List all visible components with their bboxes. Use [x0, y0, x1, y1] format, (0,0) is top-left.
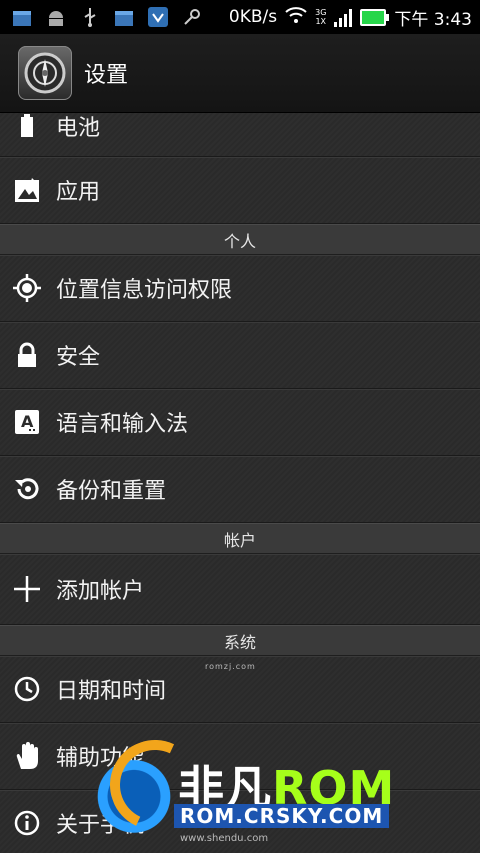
item-label: 备份和重置: [56, 479, 167, 504]
section-header-personal: 个人: [0, 224, 480, 255]
item-label: 语言和输入法: [56, 412, 189, 437]
item-label: 应用: [56, 180, 101, 205]
page-title: 设置: [84, 63, 129, 88]
notification-icons: [0, 5, 204, 29]
watermark-logo: 非凡ROM ROM.CRSKY.COM www.shendu.com: [90, 727, 410, 850]
item-label: 位置信息访问权限: [56, 278, 233, 303]
backup-restore-icon: [12, 474, 42, 504]
section-header-system: 系统: [0, 625, 480, 656]
settings-item-language[interactable]: A 语言和输入法: [0, 389, 480, 456]
item-label: 日期和时间: [56, 679, 167, 704]
clock: 下午 3:43: [394, 9, 472, 30]
shield-icon: [146, 5, 170, 29]
keyboard-a-icon: A: [12, 407, 42, 437]
item-label: 电池: [56, 116, 101, 141]
plus-icon: [12, 574, 42, 604]
settings-item-backup[interactable]: 备份和重置: [0, 456, 480, 523]
romzj-watermark: romzj.com: [205, 662, 256, 671]
status-bar: 0KB/s 3G 1X 下午 3:43: [0, 0, 480, 34]
network-speed: 0KB/s: [228, 7, 278, 27]
android-icon: [44, 5, 68, 29]
settings-item-add-account[interactable]: 添加帐户: [0, 554, 480, 625]
lock-icon: [12, 340, 42, 370]
clock-icon: [12, 674, 42, 704]
settings-item-security[interactable]: 安全: [0, 322, 480, 389]
network-type: 3G 1X: [315, 8, 326, 26]
settings-item-location[interactable]: 位置信息访问权限: [0, 255, 480, 322]
usb-icon: [78, 5, 102, 29]
key-icon: [180, 5, 204, 29]
battery-icon: [360, 8, 390, 26]
apps-icon: [12, 175, 42, 205]
network-3g-label: 3G: [315, 8, 327, 17]
location-target-icon: [12, 273, 42, 303]
bag-icon: [112, 5, 136, 29]
signal-icon: [334, 7, 353, 27]
svg-text:A: A: [21, 412, 34, 431]
settings-item-apps[interactable]: 应用: [0, 157, 480, 224]
network-1x-label: 1X: [315, 17, 327, 26]
item-label: 安全: [56, 345, 101, 370]
section-header-accounts: 帐户: [0, 523, 480, 554]
watermark-url: ROM.CRSKY.COM: [174, 804, 390, 828]
action-bar: 设置: [0, 34, 480, 113]
bag-icon: [10, 5, 34, 29]
watermark-sub: www.shendu.com: [180, 833, 269, 844]
status-right: 0KB/s 3G 1X 下午 3:43: [229, 5, 480, 30]
info-icon: [12, 808, 42, 838]
settings-item-battery[interactable]: 电池: [0, 112, 480, 157]
hand-icon: [12, 741, 42, 771]
settings-gear-icon[interactable]: [18, 46, 72, 100]
battery-icon: [12, 112, 42, 141]
item-label: 添加帐户: [56, 579, 145, 604]
wifi-icon: [285, 6, 307, 29]
